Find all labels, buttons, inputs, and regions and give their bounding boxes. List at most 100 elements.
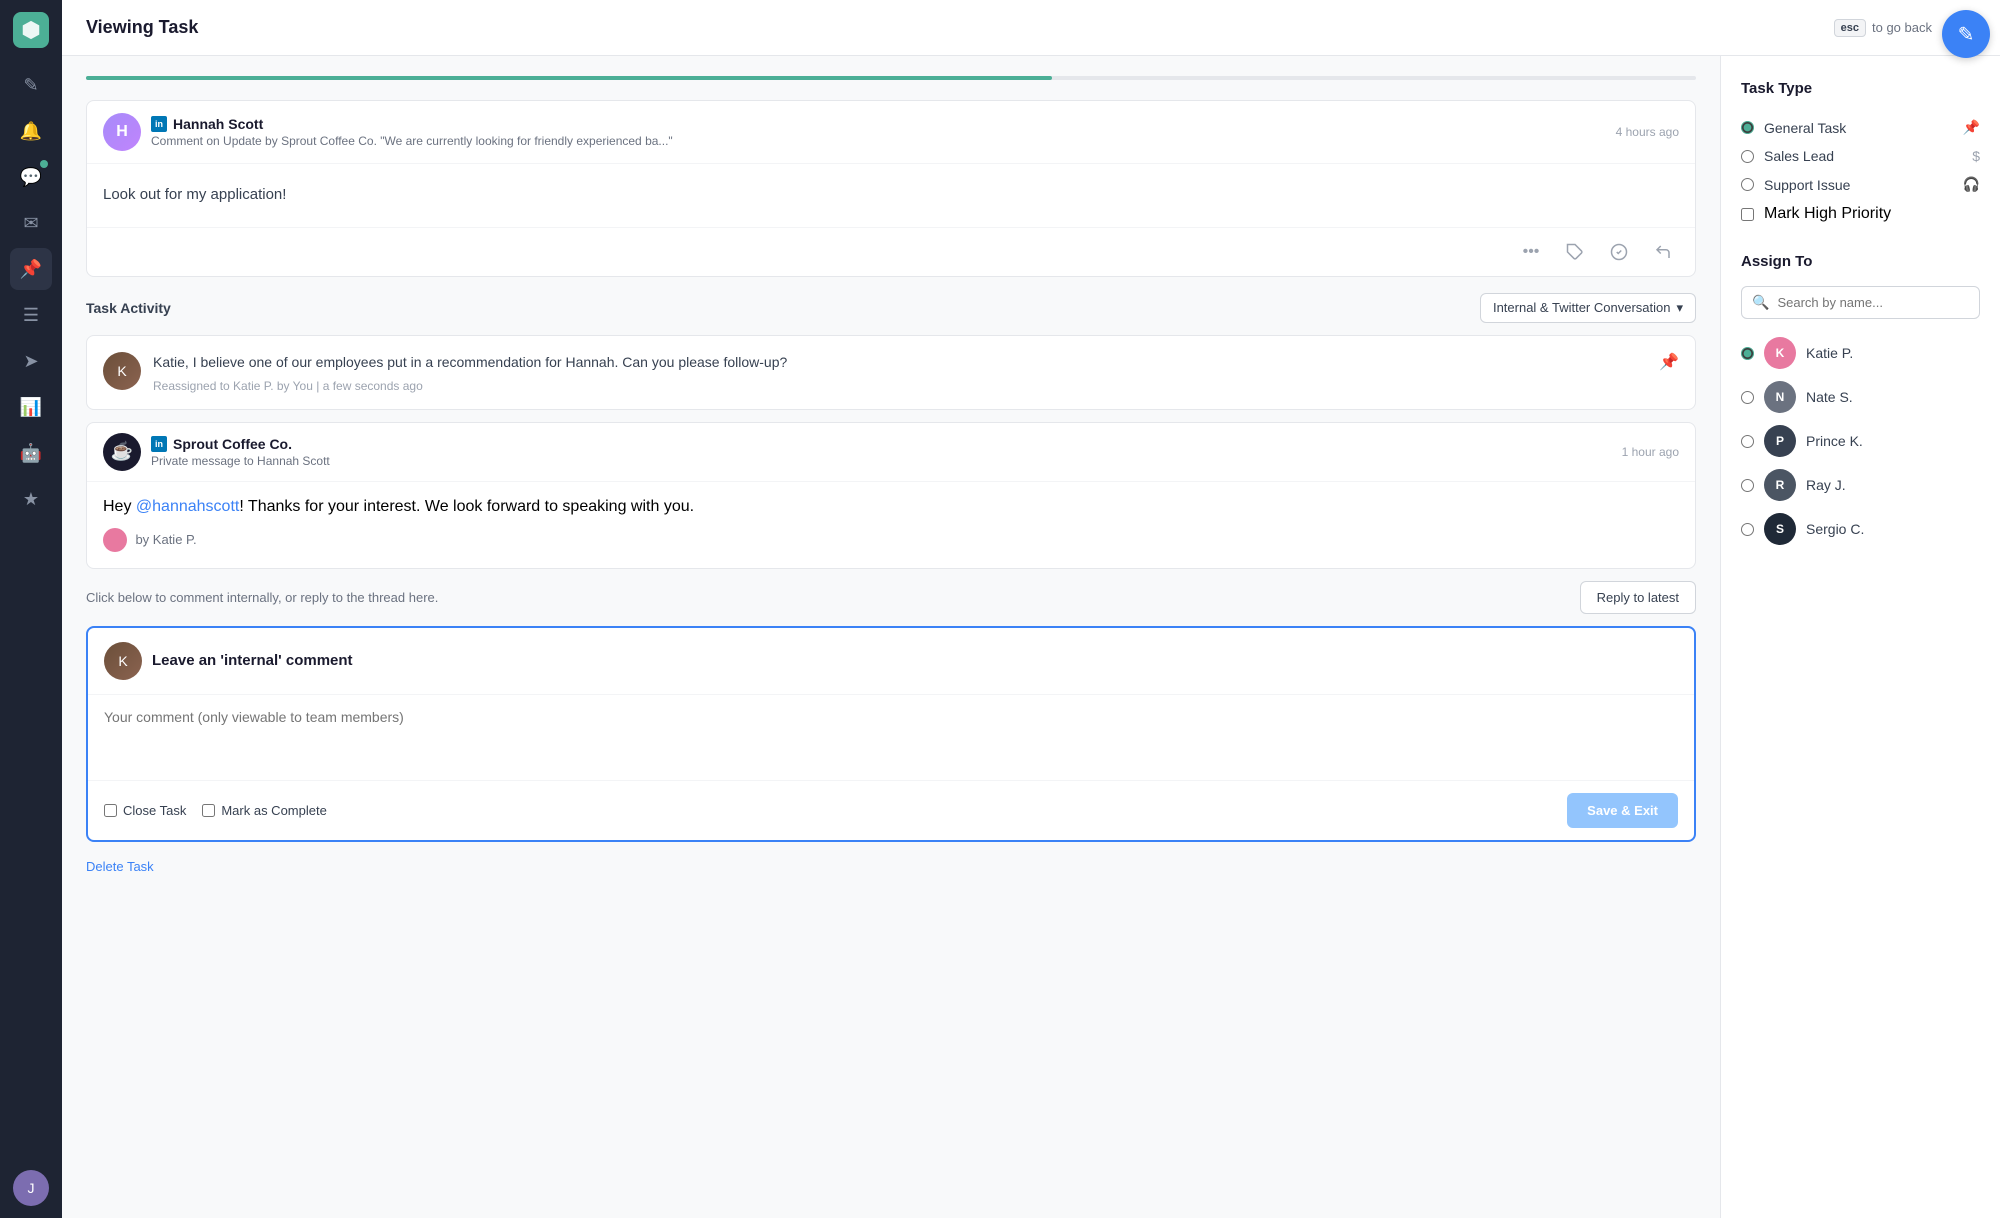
high-priority-checkbox[interactable]: [1741, 208, 1754, 221]
high-priority-option[interactable]: Mark High Priority: [1741, 199, 1980, 229]
by-text: by Katie P.: [103, 528, 1679, 552]
private-msg-text: Hey @hannahscott! Thanks for your intere…: [103, 498, 1679, 516]
chevron-down-icon: ▾: [1676, 300, 1683, 316]
mark-complete-label: Mark as Complete: [221, 803, 326, 818]
user-avatar[interactable]: J: [13, 1170, 49, 1206]
task-type-general[interactable]: General Task 📌: [1741, 113, 1980, 142]
bot-icon: 🤖: [20, 443, 42, 464]
assignee-prince[interactable]: P Prince K.: [1741, 419, 1980, 463]
message-header: H in Hannah Scott Comment on Update by S…: [87, 101, 1695, 164]
content-area: H in Hannah Scott Comment on Update by S…: [62, 56, 2000, 1218]
company-logo: ☕: [103, 433, 141, 471]
sales-lead-label: Sales Lead: [1764, 148, 1962, 164]
analytics-icon: 📊: [20, 397, 42, 418]
reply-latest-button[interactable]: Reply to latest: [1580, 581, 1696, 614]
private-msg-header: ☕ in Sprout Coffee Co. Private message t…: [87, 423, 1695, 482]
list-icon: ☰: [23, 305, 39, 326]
activity-meta: Reassigned to Katie P. by You | a few se…: [153, 379, 1647, 393]
header: Viewing Task esc to go back ✕: [62, 0, 2000, 56]
assignee-ray-radio[interactable]: [1741, 479, 1754, 492]
sidebar-item-star[interactable]: ★: [10, 478, 52, 520]
tasks-icon: 📌: [20, 259, 42, 280]
comment-box: K Leave an 'internal' comment Close Task…: [86, 626, 1696, 842]
assignee-katie-radio[interactable]: [1741, 347, 1754, 360]
katie-avatar: K: [1764, 337, 1796, 369]
dropdown-label: Internal & Twitter Conversation: [1493, 300, 1671, 315]
comment-title: Leave an 'internal' comment: [152, 652, 353, 669]
compose-icon: ✎: [23, 75, 38, 96]
sidebar-item-compose[interactable]: ✎: [10, 64, 52, 106]
sidebar-item-list[interactable]: ☰: [10, 294, 52, 336]
private-msg-meta: in Sprout Coffee Co. Private message to …: [151, 436, 1612, 468]
messages-badge: [40, 160, 48, 168]
inbox-icon: ✉: [23, 213, 38, 234]
task-message-card: H in Hannah Scott Comment on Update by S…: [86, 100, 1696, 277]
sidebar-item-notifications[interactable]: 🔔: [10, 110, 52, 152]
general-task-label: General Task: [1764, 120, 1953, 136]
sidebar-item-messages[interactable]: 💬: [10, 156, 52, 198]
mention-link[interactable]: @hannahscott: [136, 498, 239, 515]
linkedin-badge-2: in: [151, 436, 167, 452]
reply-icon[interactable]: [1647, 236, 1679, 268]
search-icon: 🔍: [1752, 294, 1769, 311]
fab-compose-button[interactable]: ✎: [1942, 10, 1990, 58]
private-msg-time: 1 hour ago: [1622, 445, 1679, 459]
sidebar-item-analytics[interactable]: 📊: [10, 386, 52, 428]
task-activity-title: Task Activity: [86, 300, 171, 316]
assignee-sergio-radio[interactable]: [1741, 523, 1754, 536]
assignee-search-input[interactable]: [1777, 295, 1969, 310]
page-title: Viewing Task: [86, 17, 1822, 38]
linkedin-badge: in: [151, 116, 167, 132]
more-actions-icon[interactable]: •••: [1515, 236, 1547, 268]
sidebar-item-bot[interactable]: 🤖: [10, 432, 52, 474]
headset-icon: 🎧: [1963, 176, 1980, 193]
sidebar-item-tasks[interactable]: 📌: [10, 248, 52, 290]
comment-header: K Leave an 'internal' comment: [88, 628, 1694, 695]
resolve-icon[interactable]: [1603, 236, 1635, 268]
assignee-katie[interactable]: K Katie P.: [1741, 331, 1980, 375]
task-type-support-radio[interactable]: [1741, 178, 1754, 191]
company-name: in Sprout Coffee Co.: [151, 436, 1612, 452]
task-type-options: General Task 📌 Sales Lead $ Support Issu…: [1741, 113, 1980, 229]
private-msg-body: Hey @hannahscott! Thanks for your intere…: [87, 482, 1695, 568]
activity-content: Katie, I believe one of our employees pu…: [153, 352, 1647, 393]
task-type-sales-radio[interactable]: [1741, 150, 1754, 163]
comment-textarea[interactable]: [88, 695, 1694, 775]
close-task-label: Close Task: [123, 803, 186, 818]
comment-avatar: K: [104, 642, 142, 680]
star-icon: ★: [23, 489, 39, 510]
reply-section: Click below to comment internally, or re…: [86, 581, 1696, 614]
message-time: 4 hours ago: [1616, 125, 1679, 139]
task-type-sales[interactable]: Sales Lead $: [1741, 142, 1980, 170]
assignee-ray[interactable]: R Ray J.: [1741, 463, 1980, 507]
pinned-activity-card: K Katie, I believe one of our employees …: [86, 335, 1696, 410]
assignee-prince-radio[interactable]: [1741, 435, 1754, 448]
task-type-support[interactable]: Support Issue 🎧: [1741, 170, 1980, 199]
sidebar: ✎ 🔔 💬 ✉ 📌 ☰ ➤ 📊 🤖 ★ J: [0, 0, 62, 1218]
message-actions: •••: [87, 227, 1695, 276]
fab-compose-icon: ✎: [1958, 22, 1975, 47]
conversation-filter-dropdown[interactable]: Internal & Twitter Conversation ▾: [1480, 293, 1696, 323]
assignee-sergio[interactable]: S Sergio C.: [1741, 507, 1980, 551]
message-subtitle: Comment on Update by Sprout Coffee Co. "…: [151, 134, 1606, 148]
katie-name: Katie P.: [1806, 345, 1853, 361]
activity-text: Katie, I believe one of our employees pu…: [153, 352, 1647, 373]
esc-hint: esc to go back: [1834, 19, 1932, 37]
bell-icon: 🔔: [20, 121, 42, 142]
message-author-name: in Hannah Scott: [151, 116, 1606, 132]
assignee-nate-radio[interactable]: [1741, 391, 1754, 404]
close-task-checkbox-label[interactable]: Close Task: [104, 803, 186, 818]
ray-avatar: R: [1764, 469, 1796, 501]
task-type-general-radio[interactable]: [1741, 121, 1754, 134]
mark-complete-checkbox-label[interactable]: Mark as Complete: [202, 803, 326, 818]
sidebar-item-inbox[interactable]: ✉: [10, 202, 52, 244]
prince-name: Prince K.: [1806, 433, 1863, 449]
sidebar-item-send[interactable]: ➤: [10, 340, 52, 382]
delete-task-link[interactable]: Delete Task: [86, 859, 154, 874]
save-exit-button[interactable]: Save & Exit: [1567, 793, 1678, 828]
mark-complete-checkbox[interactable]: [202, 804, 215, 817]
right-panel: Task Type General Task 📌 Sales Lead $ Su…: [1720, 56, 2000, 1218]
close-task-checkbox[interactable]: [104, 804, 117, 817]
tag-icon[interactable]: [1559, 236, 1591, 268]
assignee-nate[interactable]: N Nate S.: [1741, 375, 1980, 419]
